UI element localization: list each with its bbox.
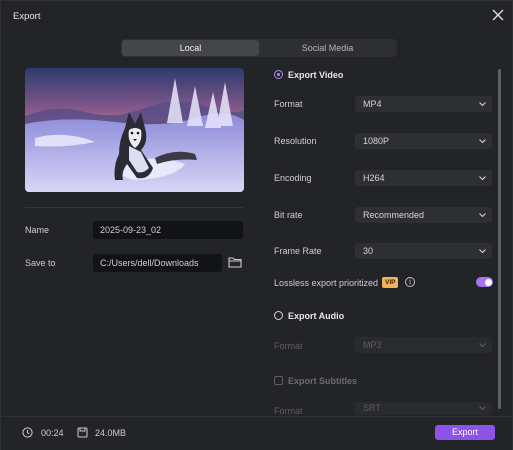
save-to-label: Save to bbox=[25, 258, 56, 268]
chevron-down-icon bbox=[479, 343, 486, 348]
tab-social-media[interactable]: Social Media bbox=[259, 40, 396, 56]
export-subtitles-checkbox[interactable] bbox=[274, 376, 283, 385]
tab-local[interactable]: Local bbox=[122, 40, 259, 56]
lossless-toggle[interactable] bbox=[476, 277, 493, 287]
duration-text: 00:24 bbox=[41, 428, 64, 438]
file-size-icon bbox=[77, 427, 88, 438]
bitrate-select[interactable]: Recommended bbox=[355, 207, 492, 223]
chevron-down-icon bbox=[479, 139, 486, 144]
name-label: Name bbox=[25, 225, 50, 235]
video-format-value: MP4 bbox=[363, 99, 382, 109]
chevron-down-icon bbox=[479, 176, 486, 181]
settings-scrollbar[interactable] bbox=[498, 69, 501, 409]
audio-format-select[interactable]: MP3 bbox=[355, 337, 492, 353]
video-format-select[interactable]: MP4 bbox=[355, 96, 492, 112]
close-icon[interactable] bbox=[490, 7, 506, 23]
export-dialog: Export Local Social Media Name 2025-09-2… bbox=[0, 0, 513, 450]
audio-format-value: MP3 bbox=[363, 340, 382, 350]
vip-badge: VIP bbox=[382, 277, 399, 288]
framerate-select[interactable]: 30 bbox=[355, 243, 492, 259]
left-divider bbox=[25, 207, 243, 208]
video-preview-thumbnail bbox=[25, 68, 244, 192]
chevron-down-icon bbox=[479, 213, 486, 218]
framerate-label: Frame Rate bbox=[274, 246, 322, 256]
resolution-label: Resolution bbox=[274, 136, 317, 146]
subtitles-format-label: Format bbox=[274, 406, 303, 416]
file-size-text: 24.0MB bbox=[95, 428, 127, 438]
export-video-title: Export Video bbox=[288, 70, 344, 80]
chevron-down-icon bbox=[479, 102, 486, 107]
dialog-title: Export bbox=[13, 11, 41, 22]
folder-icon[interactable] bbox=[228, 256, 242, 268]
chevron-down-icon bbox=[479, 249, 486, 254]
save-path-input[interactable]: C:/Users/dell/Downloads bbox=[93, 254, 222, 272]
subtitles-format-select[interactable]: SRT bbox=[355, 402, 492, 415]
resolution-value: 1080P bbox=[363, 136, 390, 146]
lossless-label: Lossless export prioritized bbox=[274, 278, 379, 288]
export-button[interactable]: Export bbox=[435, 425, 495, 440]
encoding-label: Encoding bbox=[274, 173, 312, 183]
subtitles-format-value: SRT bbox=[363, 403, 381, 413]
title-bar: Export bbox=[1, 1, 512, 31]
resolution-select[interactable]: 1080P bbox=[355, 133, 492, 149]
encoding-select[interactable]: H264 bbox=[355, 170, 492, 186]
export-subtitles-title: Export Subtitles bbox=[288, 376, 358, 386]
chevron-down-icon bbox=[479, 406, 486, 411]
export-tabs: Local Social Media bbox=[121, 39, 397, 57]
export-audio-radio[interactable] bbox=[274, 311, 283, 320]
clock-icon bbox=[22, 427, 33, 438]
video-format-label: Format bbox=[274, 99, 303, 109]
export-video-radio[interactable] bbox=[274, 70, 283, 79]
bitrate-label: Bit rate bbox=[274, 210, 303, 220]
audio-format-label: Format bbox=[274, 341, 303, 351]
name-input[interactable]: 2025-09-23_02 bbox=[93, 221, 243, 239]
export-audio-title: Export Audio bbox=[288, 311, 345, 321]
encoding-value: H264 bbox=[363, 173, 385, 183]
bitrate-value: Recommended bbox=[363, 210, 425, 220]
info-icon[interactable]: i bbox=[405, 277, 415, 287]
framerate-value: 30 bbox=[363, 246, 374, 256]
